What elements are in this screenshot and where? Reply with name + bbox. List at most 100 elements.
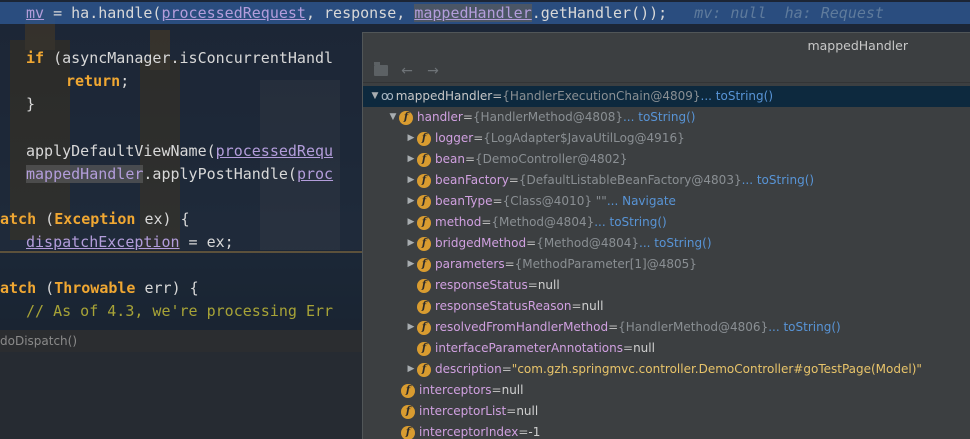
triangle-right-icon[interactable]: ▶ [405,317,417,338]
tree-row-handler[interactable]: ▼ f handler = {HandlerMethod@4808} ... t… [363,107,970,128]
tree-row-interceptorList[interactable]: f interceptorList = null [363,401,970,422]
var-name: logger [435,131,474,145]
var-value: {DefaultListableBeanFactory@4803} [518,173,742,187]
equals: = [462,110,473,124]
var-name: resolvedFromHandlerMethod [435,320,609,334]
var-value: {DemoController@4802} [475,152,628,166]
mv-variable[interactable]: mv [26,4,44,22]
code-text: .applyPostHandle( [143,165,297,183]
infinity-watch-icon: oo [381,89,394,103]
tree-row-bridgedMethod[interactable]: ▶ f bridgedMethod = {Method@4804} ... to… [363,233,970,254]
triangle-right-icon[interactable]: ▶ [405,149,417,170]
tostring-link[interactable]: ... toString() [768,317,840,338]
field-f-icon: f [417,173,431,188]
tree-row-mappedHandler[interactable]: ▼ oo mappedHandler = {HandlerExecutionCh… [363,86,970,107]
var-value: {HandlerMethod@4808} [472,110,623,124]
var-name: bridgedMethod [435,236,527,250]
current-execution-line[interactable]: mv = ha.handle(processedRequest, respons… [0,2,970,24]
code-line: dispatchException = ex; [0,231,234,253]
code-text: ; [120,72,130,90]
tree-row-parameters[interactable]: ▶ f parameters = {MethodParameter[1]@480… [363,254,970,275]
var-value: {Method@4804} [491,215,595,229]
equals: = [504,257,515,271]
code-text: (asyncManager.isConcurrentHandl [44,49,334,67]
navigate-link[interactable]: ... Navigate [607,191,676,212]
tostring-link[interactable]: ... toString() [639,233,711,254]
tostring-link[interactable]: ... toString() [623,107,695,128]
inline-debug-hint: mv: null ha: Request [667,4,884,22]
var-name: responseStatus [435,278,528,292]
code-text: ( [36,279,55,297]
processed-request-variable[interactable]: processedRequest [161,4,306,22]
triangle-right-icon[interactable]: ▶ [405,254,417,275]
tree-row-responseStatusReason[interactable]: f responseStatusReason = null [363,296,970,317]
equals: = [518,425,529,439]
field-f-icon: f [417,194,431,209]
tree-row-description[interactable]: ▶ f description = "com.gzh.springmvc.con… [363,359,970,380]
var-name: interceptorList [419,404,507,418]
var-value: null [581,299,604,313]
tree-row-interceptorIndex[interactable]: f interceptorIndex = -1 [363,422,970,439]
tostring-link[interactable]: ... toString() [701,86,773,107]
var-value: "com.gzh.springmvc.controller.DemoContro… [511,362,922,376]
var-value: {Class@4010} "" [502,194,607,208]
tree-row-logger[interactable]: ▶ f logger = {LogAdapter$JavaUtilLog@491… [363,128,970,149]
popup-title: mappedHandler [363,33,970,59]
code-text: .getHandler()); [531,4,668,22]
code-comment: // As of 4.3, we're processing Err [26,302,334,320]
triangle-down-icon[interactable]: ▼ [369,86,381,107]
forward-arrow-icon[interactable]: → [423,61,443,81]
triangle-right-icon[interactable]: ▶ [405,212,417,233]
var-name: bean [435,152,465,166]
field-f-icon: f [401,404,415,419]
tree-row-resolvedFromHandlerMethod[interactable]: ▶ f resolvedFromHandlerMethod = {Handler… [363,317,970,338]
triangle-right-icon[interactable]: ▶ [405,128,417,149]
equals: = [571,299,582,313]
triangle-right-icon[interactable]: ▶ [405,359,417,380]
tree-row-beanType[interactable]: ▶ f beanType = {Class@4010} "" ... Navig… [363,191,970,212]
processed-request-variable[interactable]: proc [297,165,333,183]
var-name: parameters [435,257,505,271]
var-name: beanType [435,194,493,208]
tree-row-bean[interactable]: ▶ f bean = {DemoController@4802} [363,149,970,170]
breadcrumb-item[interactable]: doDispatch() [0,334,77,348]
var-value: {MethodParameter[1]@4805} [514,257,697,271]
tree-row-method[interactable]: ▶ f method = {Method@4804} ... toString(… [363,212,970,233]
dispatch-exception-variable[interactable]: dispatchException [26,233,180,251]
tostring-link[interactable]: ... toString() [742,170,814,191]
tostring-link[interactable]: ... toString() [594,212,666,233]
code-line: mappedHandler.applyPostHandle(proc [0,163,333,185]
tree-row-responseStatus[interactable]: f responseStatus = null [363,275,970,296]
code-text: applyDefaultViewName( [26,142,216,160]
triangle-down-icon[interactable]: ▼ [387,107,399,128]
var-name: interceptorIndex [419,425,519,439]
mapped-handler-variable[interactable]: mappedHandler [414,4,532,22]
processed-request-variable[interactable]: processedRequ [216,142,333,160]
code-line: atch (Exception ex) { [0,208,190,230]
code-line: applyDefaultViewName(processedRequ [0,140,333,162]
variable-inspect-popup[interactable]: mappedHandler ← → ▼ oo mappedHandler = {… [362,32,970,439]
triangle-right-icon[interactable]: ▶ [405,170,417,191]
var-name: interceptors [419,383,492,397]
folder-icon[interactable] [371,61,391,81]
field-f-icon: f [417,236,431,251]
tree-row-interceptors[interactable]: f interceptors = null [363,380,970,401]
popup-toolbar: ← → [363,59,970,83]
equals: = [526,236,537,250]
back-arrow-icon[interactable]: ← [397,61,417,81]
field-f-icon: f [417,299,431,314]
field-f-icon: f [417,131,431,146]
var-name: interfaceParameterAnnotations [435,341,624,355]
tree-row-interfaceParameterAnnotations[interactable]: f interfaceParameterAnnotations = null [363,338,970,359]
tree-row-beanFactory[interactable]: ▶ f beanFactory = {DefaultListableBeanFa… [363,170,970,191]
triangle-right-icon[interactable]: ▶ [405,233,417,254]
ha-variable[interactable]: ha [71,4,89,22]
code-text: = ex; [179,233,234,251]
field-f-icon: f [417,278,431,293]
var-value: {HandlerMethod@4806} [618,320,769,334]
field-f-icon: f [417,152,431,167]
breadcrumb[interactable]: doDispatch() [0,330,362,352]
mapped-handler-variable[interactable]: mappedHandler [26,165,144,183]
equals: = [464,152,476,166]
triangle-right-icon[interactable]: ▶ [405,191,417,212]
